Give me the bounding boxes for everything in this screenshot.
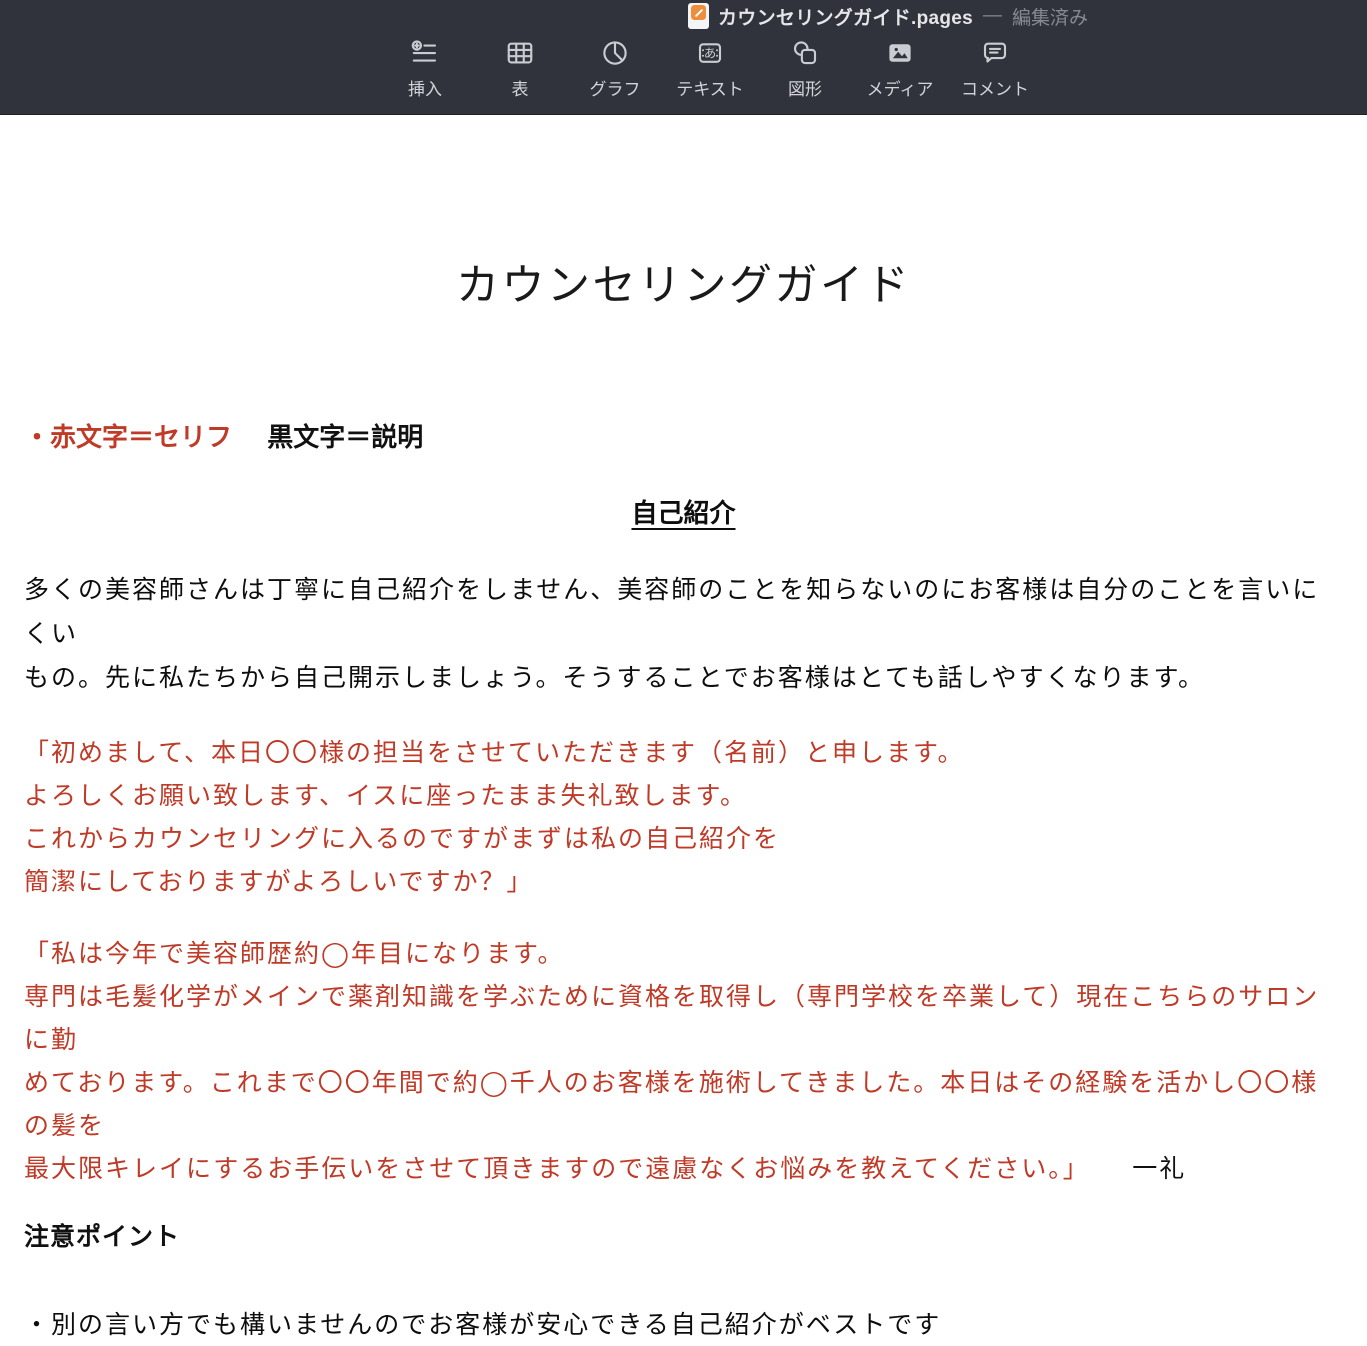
toolbar-label: メディア	[867, 75, 934, 100]
toolbar-button-media[interactable]: メディア	[860, 36, 940, 100]
legend-black-label: 黒文字＝説明	[267, 422, 423, 452]
dialogue-line: 簡潔にしておりますがよろしいですか？」	[24, 861, 1343, 904]
text-icon: あ	[695, 36, 725, 70]
svg-text:あ: あ	[704, 47, 717, 61]
toolbar-label: コメント	[961, 75, 1029, 100]
dialogue-line: めております。これまで〇〇年間で約◯千人のお客様を施術してきました。本日はその経…	[24, 1062, 1343, 1148]
toolbar-label: グラフ	[590, 75, 641, 100]
window-title-separator: —	[983, 5, 1002, 27]
chart-icon	[600, 36, 630, 70]
dialogue-line: 「初めまして、本日〇〇様の担当をさせていただきます（名前）と申します。	[24, 732, 1343, 775]
app-toolbar: カウンセリングガイド.pages — 編集済み 挿入	[0, 0, 1367, 115]
toolbar-button-insert[interactable]: 挿入	[385, 36, 465, 100]
toolbar-button-table[interactable]: 表	[480, 36, 560, 100]
legend-line: ・赤文字＝セリフ 黒文字＝説明	[24, 419, 1343, 455]
insert-icon	[410, 36, 440, 70]
section-heading-text: 自己紹介	[631, 498, 735, 528]
toolbar-buttons: 挿入 表 グラフ	[385, 36, 1035, 100]
toolbar-label: テキスト	[676, 75, 744, 100]
toolbar-label: 表	[512, 75, 529, 100]
pages-document-icon	[688, 3, 709, 29]
dialogue-line: これからカウンセリングに入るのですがまずは私の自己紹介を	[24, 818, 1343, 861]
pages-pen-icon	[691, 5, 706, 20]
comment-icon	[980, 36, 1010, 70]
bow-note: 一礼	[1132, 1156, 1186, 1183]
dialogue-line: よろしくお願い致します、イスに座ったまま失礼致します。	[24, 775, 1343, 818]
legend-red-label: ・赤文字＝セリフ	[24, 422, 232, 452]
intro-line: 多くの美容師さんは丁寧に自己紹介をしません、美容師のことを知らないのにお客様は自…	[24, 569, 1343, 657]
toolbar-label: 挿入	[408, 75, 442, 100]
section-heading-self-introduction: 自己紹介	[24, 495, 1343, 531]
table-icon	[505, 36, 535, 70]
dialogue-last-line: 最大限キレイにするお手伝いをさせて頂きますので遠慮なくお悩みを教えてください。」…	[24, 1148, 1343, 1191]
document-title: カウンセリングガイド	[24, 257, 1343, 317]
dialogue-block-greeting: 「初めまして、本日〇〇様の担当をさせていただきます（名前）と申します。 よろしく…	[24, 732, 1343, 904]
intro-line: もの。先に私たちから自己開示しましょう。そうすることでお客様はとても話しやすくな…	[24, 657, 1343, 701]
toolbar-button-shape[interactable]: 図形	[765, 36, 845, 100]
media-icon	[885, 36, 915, 70]
dialogue-line-text: 最大限キレイにするお手伝いをさせて頂きますので遠慮なくお悩みを教えてください。」	[24, 1156, 1090, 1183]
dialogue-line: 専門は毛髪化学がメインで薬剤知識を学ぶために資格を取得し（専門学校を卒業して）現…	[24, 976, 1343, 1062]
toolbar-button-comment[interactable]: コメント	[955, 36, 1035, 100]
window-title: カウンセリングガイド.pages	[718, 3, 973, 30]
dialogue-line: 「私は今年で美容師歴約◯年目になります。	[24, 933, 1343, 976]
toolbar-button-chart[interactable]: グラフ	[575, 36, 655, 100]
notes-heading: 注意ポイント	[24, 1219, 1343, 1255]
notes-bullet: ・別の言い方でも構いませんのでお客様が安心できる自己紹介がベストです	[24, 1306, 1343, 1346]
dialogue-block-career: 「私は今年で美容師歴約◯年目になります。 専門は毛髪化学がメインで薬剤知識を学ぶ…	[24, 933, 1343, 1191]
toolbar-button-text[interactable]: あ テキスト	[670, 36, 750, 100]
intro-paragraph: 多くの美容師さんは丁寧に自己紹介をしません、美容師のことを知らないのにお客様は自…	[24, 569, 1343, 701]
edit-status: 編集済み	[1012, 3, 1088, 30]
toolbar-label: 図形	[788, 75, 822, 100]
shape-icon	[790, 36, 820, 70]
window-titlebar: カウンセリングガイド.pages — 編集済み	[688, 2, 1088, 30]
document-page[interactable]: カウンセリングガイド ・赤文字＝セリフ 黒文字＝説明 自己紹介 多くの美容師さん…	[0, 115, 1367, 1198]
